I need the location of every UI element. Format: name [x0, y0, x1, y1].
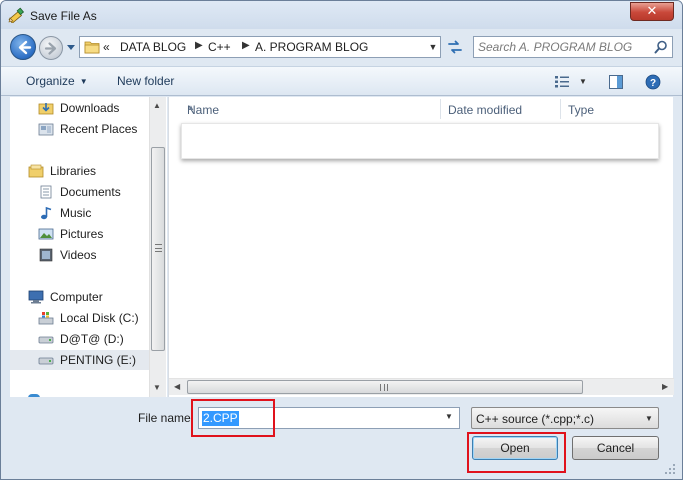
grip-icon — [380, 384, 388, 391]
preview-pane-icon[interactable] — [608, 74, 624, 90]
nav-item-label: Local Disk (C:) — [60, 311, 139, 325]
file-name-combobox[interactable]: 2.CPP ▼ — [198, 407, 460, 429]
nav-item-label: Recent Places — [60, 122, 138, 136]
sort-ascending-icon: ▲ — [187, 103, 195, 112]
recent-pages-dropdown-icon[interactable] — [65, 41, 77, 53]
search-icon[interactable] — [654, 40, 668, 54]
back-button[interactable] — [10, 34, 36, 60]
address-dropdown-icon[interactable]: ▼ — [426, 40, 440, 54]
address-bar[interactable]: « DATA BLOG ▶ C++ ▶ A. PROGRAM BLOG ▼ — [79, 36, 441, 58]
downloads-folder-icon — [38, 103, 54, 115]
breadcrumb-program-blog[interactable]: A. PROGRAM BLOG — [255, 40, 368, 54]
command-toolbar: Organize ▼ New folder ▼ ? — [1, 66, 682, 96]
open-button[interactable]: Open — [472, 436, 558, 460]
cancel-button[interactable]: Cancel — [572, 436, 659, 460]
breadcrumb-chevron-icon[interactable]: ▶ — [195, 40, 203, 51]
view-dropdown-icon[interactable]: ▼ — [579, 77, 587, 86]
scrollbar-thumb[interactable] — [187, 380, 583, 394]
nav-item-label: Videos — [60, 248, 97, 262]
nav-item-label: D@T@ (D:) — [60, 332, 124, 346]
horizontal-scrollbar[interactable]: ◀ ▶ — [169, 378, 674, 395]
breadcrumb-data-blog[interactable]: DATA BLOG — [120, 40, 186, 54]
removable-drive-icon — [38, 357, 54, 365]
help-icon[interactable]: ? — [645, 74, 661, 90]
nav-item-drive-e[interactable]: PENTING (E:) — [10, 350, 158, 370]
organize-label: Organize — [26, 74, 75, 88]
libraries-icon — [28, 164, 44, 178]
nav-item-label: Libraries — [50, 164, 97, 178]
view-options-icon[interactable] — [554, 75, 570, 89]
dropdown-arrow-icon[interactable]: ▼ — [445, 412, 453, 421]
close-button[interactable]: ✕ — [630, 2, 674, 21]
nav-item-pictures[interactable]: Pictures — [10, 224, 150, 244]
file-list-pane[interactable]: Name ▲ Date modified Type ◀ ▶ — [168, 97, 674, 397]
network-icon[interactable] — [28, 394, 40, 397]
column-header-type[interactable]: Type — [560, 97, 670, 121]
nav-item-downloads[interactable]: Downloads — [10, 98, 150, 118]
scroll-right-icon[interactable]: ▶ — [662, 382, 668, 391]
search-input[interactable] — [478, 38, 650, 56]
grip-icon — [155, 244, 162, 252]
hard-drive-icon — [38, 336, 54, 344]
music-icon — [41, 206, 52, 220]
videos-icon — [39, 248, 53, 262]
dropdown-arrow-icon: ▼ — [645, 414, 653, 423]
column-header-name[interactable]: Name ▲ — [179, 97, 441, 121]
pencil-app-icon — [8, 7, 24, 23]
scroll-left-icon[interactable]: ◀ — [174, 382, 180, 391]
scrollbar-thumb[interactable] — [151, 147, 165, 351]
nav-item-drive-d[interactable]: D@T@ (D:) — [10, 329, 150, 349]
nav-item-libraries[interactable]: Libraries — [10, 161, 150, 181]
pictures-icon — [38, 228, 54, 240]
file-type-select[interactable]: C++ source (*.cpp;*.c) ▼ — [471, 407, 659, 429]
nav-item-label: Pictures — [60, 227, 104, 241]
scroll-down-icon[interactable]: ▼ — [153, 383, 161, 392]
nav-item-documents[interactable]: Documents — [10, 182, 150, 202]
documents-icon — [40, 185, 52, 199]
dropdown-arrow-icon: ▼ — [79, 77, 88, 86]
arrow-right-icon — [44, 42, 57, 55]
file-type-value: C++ source (*.cpp;*.c) — [476, 412, 595, 426]
nav-item-label: Computer — [50, 290, 103, 304]
nav-item-label: Downloads — [60, 101, 120, 115]
column-header-label: Type — [568, 103, 595, 117]
file-name-selected-text[interactable]: 2.CPP — [202, 411, 239, 426]
save-file-dialog: Save File As ✕ « DATA BLOG ▶ C++ ▶ A. PR… — [0, 0, 683, 480]
breadcrumb-overflow[interactable]: « — [103, 40, 110, 54]
scroll-up-icon[interactable]: ▲ — [153, 101, 161, 110]
arrow-left-icon — [18, 40, 32, 55]
column-header-label: Date modified — [448, 103, 523, 117]
navigation-scrollbar[interactable]: ▲ ▼ — [149, 97, 166, 397]
search-box[interactable] — [473, 36, 673, 58]
resize-grip-icon[interactable] — [663, 462, 677, 476]
nav-item-music[interactable]: Music — [10, 203, 150, 223]
nav-item-label: Music — [60, 206, 92, 220]
empty-list-area — [181, 123, 659, 159]
system-drive-icon — [38, 312, 54, 325]
svg-text:?: ? — [650, 78, 656, 89]
nav-item-label: PENTING (E:) — [60, 353, 137, 367]
nav-item-videos[interactable]: Videos — [10, 245, 150, 265]
breadcrumb-chevron-icon[interactable]: ▶ — [242, 40, 250, 51]
nav-item-label: Documents — [60, 185, 121, 199]
organize-button[interactable]: Organize ▼ — [26, 74, 88, 88]
column-header-date-modified[interactable]: Date modified — [440, 97, 560, 121]
close-icon: ✕ — [646, 4, 658, 19]
nav-item-local-disk-c[interactable]: Local Disk (C:) — [10, 308, 150, 328]
window-title: Save File As — [30, 9, 97, 23]
forward-button[interactable] — [39, 36, 63, 60]
title-bar[interactable]: Save File As ✕ — [1, 1, 682, 29]
computer-icon — [28, 290, 44, 304]
recent-places-icon — [38, 123, 54, 136]
nav-item-recent-places[interactable]: Recent Places — [10, 119, 150, 139]
file-name-label: File name: — [138, 411, 195, 425]
nav-item-computer[interactable]: Computer — [10, 287, 150, 307]
breadcrumb-cpp[interactable]: C++ — [208, 40, 231, 54]
new-folder-button[interactable]: New folder — [117, 74, 174, 88]
folder-icon — [84, 41, 100, 54]
navigation-pane: Downloads Recent Places Libraries Docume… — [10, 97, 167, 397]
refresh-icon[interactable] — [443, 36, 467, 58]
